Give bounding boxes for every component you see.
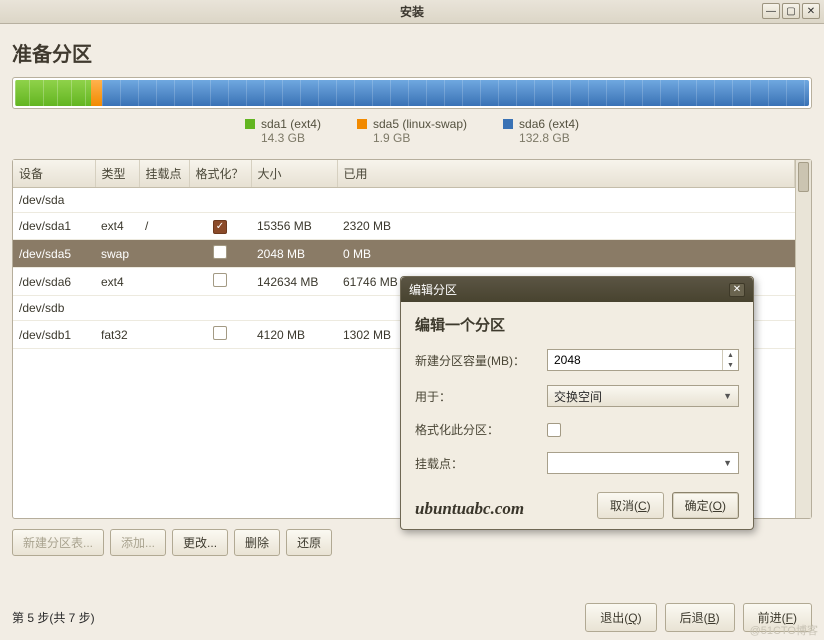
dialog-close-icon[interactable]: ✕ — [729, 283, 745, 297]
col-used[interactable]: 已用 — [337, 160, 795, 188]
footer: 第 5 步(共 7 步) 退出(Q) 后退(B) 前进(F) — [12, 603, 812, 632]
format-checkbox[interactable] — [213, 326, 227, 340]
cancel-button[interactable]: 取消(C) — [597, 492, 664, 519]
spin-up-icon[interactable]: ▲ — [723, 350, 738, 360]
chevron-down-icon: ▼ — [723, 391, 732, 401]
col-format[interactable]: 格式化？ — [189, 160, 251, 188]
table-row[interactable]: /dev/sda — [13, 188, 795, 213]
segment-sda1[interactable] — [15, 80, 91, 106]
size-input[interactable] — [548, 350, 722, 370]
add-button[interactable]: 添加... — [110, 529, 166, 556]
scrollbar[interactable] — [795, 160, 811, 518]
quit-button[interactable]: 退出(Q) — [585, 603, 656, 632]
delete-button[interactable]: 删除 — [234, 529, 280, 556]
legend-label: sda6 (ext4) — [519, 117, 579, 131]
format-checkbox[interactable] — [213, 273, 227, 287]
swatch-icon — [503, 119, 513, 129]
table-row[interactable]: /dev/sda1ext4/15356 MB2320 MB — [13, 213, 795, 240]
format-label: 格式化此分区： — [415, 421, 547, 438]
legend-label: sda5 (linux-swap) — [373, 117, 467, 131]
use-as-value: 交换空间 — [554, 388, 602, 405]
back-button[interactable]: 后退(B) — [665, 603, 735, 632]
segment-sda5[interactable] — [91, 80, 101, 106]
corner-watermark: @51CTO博客 — [750, 622, 818, 638]
segment-sda6[interactable] — [102, 80, 809, 106]
format-checkbox[interactable] — [213, 220, 227, 234]
page-title: 准备分区 — [12, 38, 812, 67]
step-indicator: 第 5 步(共 7 步) — [12, 609, 95, 626]
dialog-title: 编辑分区 — [409, 281, 457, 298]
disk-legend: sda1 (ext4) 14.3 GB sda5 (linux-swap) 1.… — [12, 117, 812, 145]
revert-button[interactable]: 还原 — [286, 529, 332, 556]
legend-label: sda1 (ext4) — [261, 117, 321, 131]
table-row[interactable]: /dev/sda5swap2048 MB0 MB — [13, 240, 795, 268]
chevron-down-icon: ▼ — [723, 458, 732, 468]
titlebar: 安装 — ▢ ✕ — [0, 0, 824, 24]
legend-size: 132.8 GB — [519, 131, 579, 145]
edit-partition-dialog: 编辑分区 ✕ 编辑一个分区 新建分区容量(MB)： ▲ ▼ 用于： 交换空间 ▼… — [400, 276, 754, 530]
swatch-icon — [357, 119, 367, 129]
new-table-button[interactable]: 新建分区表... — [12, 529, 104, 556]
size-label: 新建分区容量(MB)： — [415, 352, 547, 369]
disk-usage-bar — [12, 77, 812, 109]
format-checkbox[interactable] — [213, 245, 227, 259]
close-button[interactable]: ✕ — [802, 3, 820, 19]
col-size[interactable]: 大小 — [251, 160, 337, 188]
dialog-titlebar[interactable]: 编辑分区 ✕ — [401, 277, 753, 302]
window-title: 安装 — [0, 3, 824, 20]
legend-size: 14.3 GB — [261, 131, 321, 145]
maximize-button[interactable]: ▢ — [782, 3, 800, 19]
change-button[interactable]: 更改... — [172, 529, 228, 556]
legend-size: 1.9 GB — [373, 131, 467, 145]
partition-toolbar: 新建分区表... 添加... 更改... 删除 还原 — [12, 529, 812, 556]
size-spinbox[interactable]: ▲ ▼ — [547, 349, 739, 371]
mount-label: 挂载点： — [415, 455, 547, 472]
minimize-button[interactable]: — — [762, 3, 780, 19]
window-controls: — ▢ ✕ — [762, 3, 820, 19]
spin-down-icon[interactable]: ▼ — [723, 360, 738, 370]
mount-select[interactable]: ▼ — [547, 452, 739, 474]
use-as-select[interactable]: 交换空间 ▼ — [547, 385, 739, 407]
format-checkbox[interactable] — [547, 423, 561, 437]
ok-button[interactable]: 确定(O) — [672, 492, 739, 519]
dialog-heading: 编辑一个分区 — [415, 314, 739, 335]
col-type[interactable]: 类型 — [95, 160, 139, 188]
watermark-text: ubuntuabc.com — [415, 499, 524, 519]
col-device[interactable]: 设备 — [13, 160, 95, 188]
use-as-label: 用于： — [415, 388, 547, 405]
swatch-icon — [245, 119, 255, 129]
scrollbar-thumb[interactable] — [798, 162, 809, 192]
col-mount[interactable]: 挂载点 — [139, 160, 189, 188]
